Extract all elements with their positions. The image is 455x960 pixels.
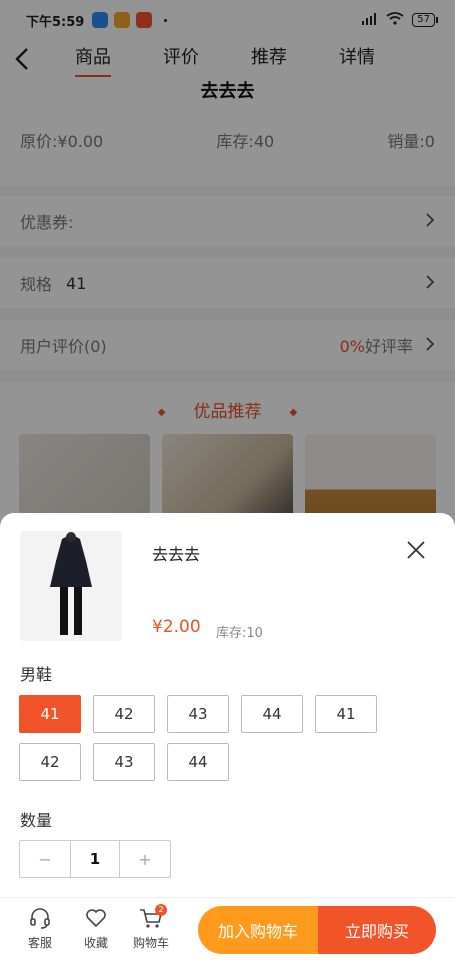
quantity-stepper: − 1 + bbox=[19, 840, 171, 878]
cart-badge: 2 bbox=[155, 904, 167, 916]
product-thumbnail bbox=[20, 531, 122, 641]
sheet-product-name: 去去去 bbox=[152, 545, 201, 564]
spec-option[interactable]: 41 bbox=[315, 695, 377, 733]
customer-service-button[interactable]: 客服 bbox=[20, 906, 60, 951]
spec-options: 41 42 43 44 41 42 43 44 bbox=[19, 695, 439, 781]
sheet-stock: 库存:10 bbox=[216, 626, 263, 641]
spec-option[interactable]: 42 bbox=[19, 743, 81, 781]
sheet-price: ¥2.00 bbox=[152, 617, 201, 637]
spec-option[interactable]: 41 bbox=[19, 695, 81, 733]
close-button[interactable] bbox=[403, 537, 429, 563]
bottom-action-bar: 客服 收藏 2 购物车 加入购物车 立即购买 bbox=[0, 897, 455, 960]
favorite-button[interactable]: 收藏 bbox=[76, 906, 116, 951]
customer-service-label: 客服 bbox=[27, 936, 52, 950]
quantity-value[interactable]: 1 bbox=[70, 841, 120, 877]
spec-option[interactable]: 44 bbox=[241, 695, 303, 733]
spec-selection-sheet: 去去去 ¥2.00 库存:10 男鞋 41 42 43 44 41 42 43 … bbox=[0, 513, 455, 960]
cart-button[interactable]: 2 购物车 bbox=[131, 904, 171, 951]
spec-option[interactable]: 43 bbox=[167, 695, 229, 733]
spec-option[interactable]: 42 bbox=[93, 695, 155, 733]
quantity-label: 数量 bbox=[20, 811, 53, 830]
quantity-minus-button[interactable]: − bbox=[20, 841, 70, 877]
spec-group-label: 男鞋 bbox=[20, 665, 53, 684]
cart-label: 购物车 bbox=[132, 936, 169, 950]
spec-option[interactable]: 44 bbox=[167, 743, 229, 781]
add-to-cart-button[interactable]: 加入购物车 bbox=[198, 906, 318, 954]
heart-icon bbox=[86, 909, 106, 928]
buy-now-button[interactable]: 立即购买 bbox=[318, 906, 436, 954]
close-icon bbox=[407, 541, 425, 559]
quantity-plus-button[interactable]: + bbox=[120, 841, 170, 877]
favorite-label: 收藏 bbox=[83, 936, 108, 950]
headset-icon bbox=[30, 908, 50, 929]
spec-option[interactable]: 43 bbox=[93, 743, 155, 781]
